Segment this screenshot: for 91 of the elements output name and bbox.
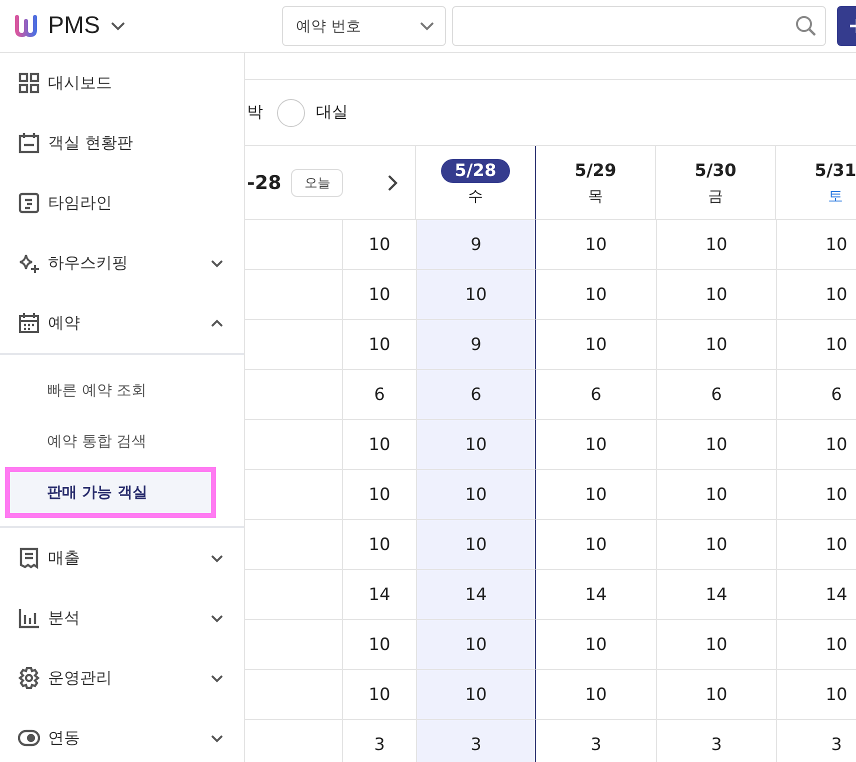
date-range: -28 [247, 172, 282, 194]
date-label: 5/30 [694, 160, 738, 183]
table-cell: 6 [776, 370, 856, 420]
sidebar-item[interactable]: 연동 [0, 708, 244, 762]
option-label: 대실 [316, 102, 348, 123]
sidebar-item[interactable]: 대시보드 [0, 53, 244, 113]
table-cell: 10 [536, 270, 656, 320]
chart-icon [18, 607, 40, 629]
sidebar-item[interactable]: 하우스키핑 [0, 233, 244, 293]
table-cell: 6 [536, 370, 656, 420]
table-cell: 10 [536, 670, 656, 720]
option-label: 박 [247, 102, 263, 123]
table-cell: 14 [656, 570, 776, 620]
table-cell: 10 [536, 320, 656, 370]
search-field[interactable] [452, 6, 826, 46]
submenu-item[interactable]: 예약 통합 검색 [0, 416, 244, 467]
table-cell: 6 [656, 370, 776, 420]
table-cell: 9 [416, 320, 536, 370]
sparkle-icon [18, 252, 40, 274]
table-cell: 10 [656, 620, 776, 670]
table-cell: 10 [536, 420, 656, 470]
table-cell: 10 [416, 420, 536, 470]
table-cell: 14 [416, 570, 536, 620]
table-cell: 10 [776, 620, 856, 670]
table-cell: 3 [656, 720, 776, 762]
weekday-label: 토 [828, 187, 843, 206]
app-name: PMS [48, 12, 100, 40]
grid-icon [18, 72, 40, 94]
table-cell: 9 [416, 220, 536, 270]
table-cell: 10 [656, 270, 776, 320]
search-icon[interactable] [795, 15, 817, 37]
calendar-icon [18, 132, 40, 154]
sidebar-item[interactable]: 운영관리 [0, 648, 244, 708]
table-cell: 10 [536, 220, 656, 270]
caret-icon [419, 21, 435, 31]
today-button[interactable]: 오늘 [291, 168, 344, 196]
table-cell: 10 [656, 420, 776, 470]
search-type-dropdown[interactable]: 예약 번호 [282, 6, 446, 46]
weekday-label: 수 [468, 187, 483, 206]
table-cell: 6 [416, 370, 536, 420]
submenu-item[interactable]: 빠른 예약 조회 [0, 365, 244, 416]
weekday-label: 목 [588, 187, 603, 206]
sidebar-item[interactable]: 분석 [0, 588, 244, 648]
table-cell: 10 [536, 620, 656, 670]
sidebar-item[interactable]: 객실 현황판 [0, 113, 244, 173]
table-cell: 10 [776, 670, 856, 720]
table-cell: 10 [416, 470, 536, 520]
table-cell: 10 [656, 670, 776, 720]
table-cell: 10 [416, 270, 536, 320]
table-cell: 14 [536, 570, 656, 620]
weekday-label: 금 [708, 187, 723, 206]
date-label: 5/31 [814, 160, 856, 183]
sidebar-item[interactable]: 매출 [0, 528, 244, 588]
table-cell: 10 [656, 470, 776, 520]
table-cell: 10 [776, 420, 856, 470]
table-cell: 10 [776, 320, 856, 370]
table-cell: 10 [536, 520, 656, 570]
table-cell: 10 [776, 270, 856, 320]
chevron-down-icon[interactable] [210, 674, 224, 682]
table-cell: 10 [416, 670, 536, 720]
chevron-down-icon[interactable] [210, 258, 224, 268]
date-label: 5/28 [440, 159, 510, 183]
calendar-grid-icon [18, 312, 40, 334]
table-cell: 10 [776, 220, 856, 270]
chevron-down-icon[interactable] [110, 21, 126, 31]
chevron-down-icon[interactable] [210, 734, 224, 742]
radio-button[interactable] [277, 98, 305, 126]
submenu-item[interactable]: 판매 가능 객실 [5, 467, 216, 518]
table-cell: 10 [776, 520, 856, 570]
table-cell: 3 [416, 720, 536, 762]
gear-icon [18, 667, 40, 689]
table-cell: 10 [656, 520, 776, 570]
sidebar-item[interactable]: 타임라인 [0, 173, 244, 233]
chevron-up-icon[interactable] [210, 318, 224, 328]
date-label: 5/29 [574, 160, 618, 183]
table-cell: 10 [416, 620, 536, 670]
timeline-icon [18, 192, 40, 214]
receipt-icon [18, 547, 40, 569]
chevron-down-icon[interactable] [210, 614, 224, 622]
table-cell: 10 [536, 470, 656, 520]
table-cell: 10 [656, 220, 776, 270]
table-cell: 10 [416, 520, 536, 570]
chevron-right-icon[interactable] [387, 174, 400, 192]
chevron-down-icon[interactable] [210, 554, 224, 562]
table-cell: 3 [536, 720, 656, 762]
table-cell: 3 [776, 720, 856, 762]
logo-icon [14, 15, 38, 37]
table-cell: 14 [776, 570, 856, 620]
toggle-icon [18, 727, 40, 749]
table-cell: 10 [656, 320, 776, 370]
table-cell: 10 [776, 470, 856, 520]
